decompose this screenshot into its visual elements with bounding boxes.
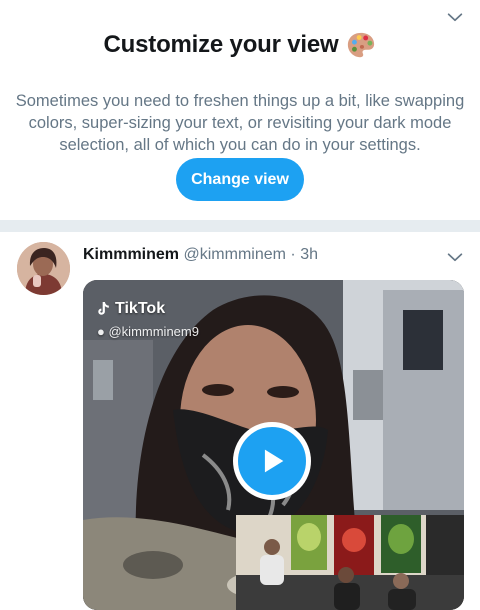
timestamp[interactable]: 3h [300,246,318,263]
podcast-inset-image [236,515,464,610]
tweet-header: Kimmminem @kimmminem · 3h [83,246,318,264]
chevron-down-icon[interactable] [444,6,466,28]
user-icon: ● [97,324,105,339]
separator-dot: · [290,246,296,263]
tiktok-brand-text: TikTok [115,300,166,317]
customize-view-prompt: Customize your view Sometimes you need t… [0,0,480,220]
tiktok-icon [98,302,109,315]
section-divider [0,220,480,232]
tiktok-handle: ● @kimmminem9 [97,324,199,339]
chevron-down-icon[interactable] [444,246,466,268]
tiktok-handle-text: @kimmminem9 [108,324,199,339]
avatar[interactable] [17,242,70,295]
video-media[interactable]: TikTok ● @kimmminem9 [83,280,464,610]
change-view-button[interactable]: Change view [176,158,304,201]
tiktok-watermark: TikTok [97,300,165,318]
prompt-description: Sometimes you need to freshen things up … [15,91,465,154]
artist-palette-icon [346,30,376,60]
display-name[interactable]: Kimmminem [83,246,179,263]
user-handle[interactable]: @kimmminem [183,246,285,263]
play-icon [264,449,284,473]
prompt-title: Customize your view [0,30,480,60]
video-inset [236,515,464,610]
play-button[interactable] [233,422,311,500]
tweet[interactable]: Kimmminem @kimmminem · 3h TikTok ● @kimm… [0,232,480,610]
prompt-title-text: Customize your view [103,31,339,58]
